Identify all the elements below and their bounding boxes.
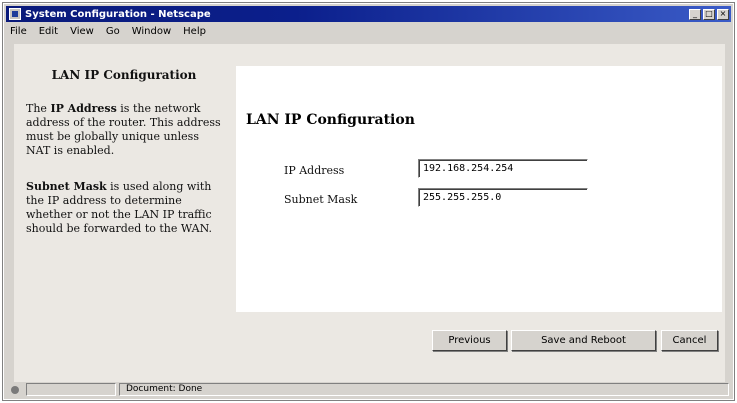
menu-go[interactable]: Go xyxy=(106,26,120,37)
help-sidebar: LAN IP Configuration The IP Address is t… xyxy=(14,44,232,304)
ip-address-label: IP Address xyxy=(284,164,345,177)
minimize-button[interactable]: _ xyxy=(689,8,701,20)
subnet-mask-help: Subnet Mask is used along with the IP ad… xyxy=(26,180,212,235)
menu-edit[interactable]: Edit xyxy=(39,26,58,37)
ip-address-term: IP Address xyxy=(50,102,117,115)
sidebar-title: LAN IP Configuration xyxy=(51,68,197,82)
subnet-mask-label: Subnet Mask xyxy=(284,193,358,206)
browser-window: System Configuration - Netscape _ □ × Fi… xyxy=(2,2,735,401)
subnet-mask-field[interactable] xyxy=(418,188,588,207)
status-progress xyxy=(26,383,116,396)
subnet-mask-term: Subnet Mask xyxy=(26,180,107,193)
save-and-reboot-button[interactable]: Save and Reboot xyxy=(511,330,656,351)
title-bar[interactable]: System Configuration - Netscape _ □ × xyxy=(6,6,731,22)
ip-address-help: The IP Address is the network address of… xyxy=(26,102,221,157)
status-bar: Document: Done xyxy=(6,382,731,397)
config-panel: LAN IP Configuration IP Address Subnet M… xyxy=(236,66,722,312)
security-lock-icon[interactable] xyxy=(9,384,23,396)
netscape-app-icon xyxy=(9,8,21,20)
ip-address-field[interactable] xyxy=(418,159,588,178)
close-button[interactable]: × xyxy=(717,8,729,20)
menu-view[interactable]: View xyxy=(70,26,94,37)
page-content: LAN IP Configuration The IP Address is t… xyxy=(14,44,725,382)
previous-button[interactable]: Previous xyxy=(432,330,507,351)
page-title: LAN IP Configuration xyxy=(246,112,415,128)
menu-file[interactable]: File xyxy=(10,26,27,37)
menu-window[interactable]: Window xyxy=(132,26,171,37)
maximize-button[interactable]: □ xyxy=(703,8,715,20)
status-text: Document: Done xyxy=(119,383,729,396)
menu-bar: File Edit View Go Window Help xyxy=(6,23,731,40)
menu-help[interactable]: Help xyxy=(183,26,206,37)
window-title: System Configuration - Netscape xyxy=(25,8,211,20)
cancel-button[interactable]: Cancel xyxy=(661,330,718,351)
